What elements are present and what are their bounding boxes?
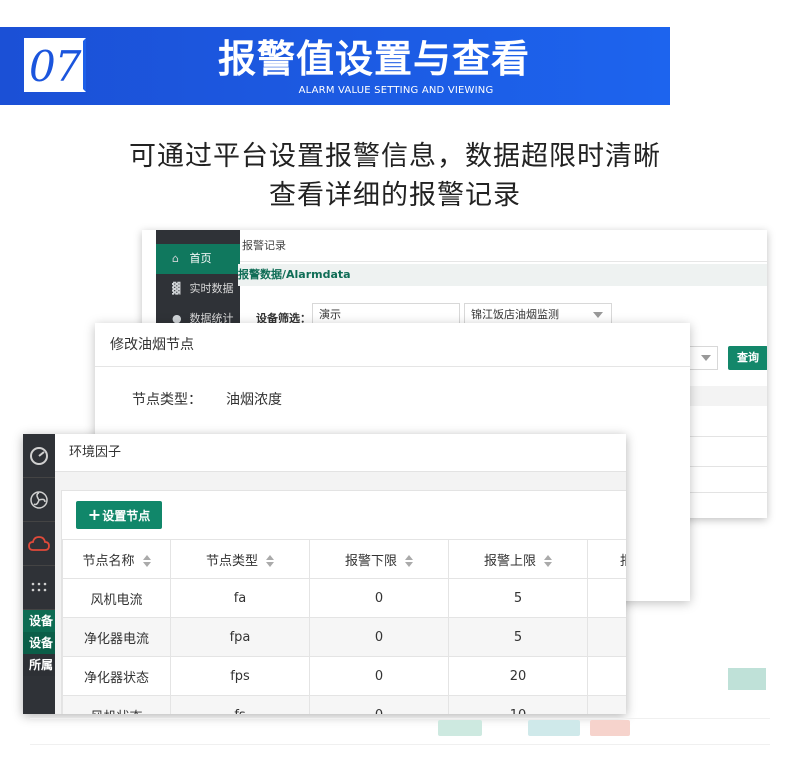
table-cell [587,617,626,657]
table-row[interactable]: 风机电流 fa 0 5 [62,578,626,618]
section-banner: 07 报警值设置与查看 ALARM VALUE SETTING AND VIEW… [0,27,670,105]
sidebar-item-realtime[interactable]: ▓ 实时数据 [156,274,240,304]
column-header[interactable]: 节点类型 [170,539,310,579]
table-cell: fa [170,578,310,618]
section-number: 07 [29,42,81,91]
bar-chart-icon: ▓ [172,282,181,295]
home-icon: ⌂ [172,252,179,265]
breadcrumb-text: 报警记录 [242,239,286,252]
column-header[interactable]: 报警下限 [309,539,449,579]
device-select-value: 锦江饭店油烟监测 [471,308,559,321]
add-node-button[interactable]: +设置节点 [76,501,162,529]
plus-icon: + [87,505,102,524]
table-cell: 风机电流 [62,578,171,618]
env-panel: +设置节点 节点名称 节点类型 报警下限 报警上限 报 风机电流 fa [61,490,626,714]
table-row[interactable]: 风机状态 fs 0 10 [62,695,626,714]
table-cell: 0 [309,578,449,618]
alarm-data-subhead: 报警数据/Alarmdata [238,264,767,286]
env-factor-window: 设备 设备 所属 环境因子 +设置节点 节点名称 节点类型 报警下限 报警上限 … [23,434,626,714]
node-type-label: 节点类型： [132,392,202,408]
sidebar-item-home[interactable]: ⌂ 首页 [156,244,240,274]
faint-row-divider [30,718,770,719]
lead-line-2: 查看详细的报警记录 [269,180,521,211]
chevron-down-icon [701,355,711,361]
faint-row-divider [30,744,770,745]
node-type-value[interactable]: 油烟浓度 [226,389,282,409]
section-number-box: 07 [24,38,86,92]
column-label: 报 [620,554,626,569]
env-main: 环境因子 +设置节点 节点名称 节点类型 报警下限 报警上限 报 风 [55,434,626,714]
sidebar-item-owner[interactable]: 所属 [23,654,55,676]
faint-background-rows [30,716,770,764]
add-node-label: 设置节点 [102,509,151,523]
table-cell: 5 [448,617,588,657]
node-table: 节点名称 节点类型 报警下限 报警上限 报 风机电流 fa 0 5 [62,539,626,714]
table-cell: fpa [170,617,310,657]
column-header[interactable]: 报 [587,539,626,579]
edit-node-title: 修改油烟节点 [95,323,690,367]
table-cell: fps [170,656,310,696]
sidebar-item-device-setting[interactable]: 设备 [23,632,55,654]
query-button[interactable]: 查询 [728,346,767,370]
dots-icon[interactable] [23,566,55,610]
faint-background-button [728,668,766,690]
env-sidebar: 设备 设备 所属 [23,434,55,714]
table-cell: 净化器状态 [62,656,171,696]
table-row[interactable]: 净化器状态 fps 0 20 [62,656,626,696]
faint-toggle [438,720,482,736]
table-row[interactable]: 净化器电流 fpa 0 5 [62,617,626,657]
sidebar-item-device[interactable]: 设备 [23,610,55,632]
column-label: 报警上限 [483,553,536,569]
breadcrumb: 报警记录 [240,230,767,262]
column-label: 报警下限 [344,553,397,569]
table-cell [587,695,626,714]
records-table-header [688,386,767,406]
column-header[interactable]: 节点名称 [62,539,171,579]
table-cell [587,578,626,618]
banner-title: 报警值设置与查看 [218,37,531,81]
faint-button [528,720,580,736]
table-cell: 20 [448,656,588,696]
chevron-down-icon [593,312,603,318]
table-row-divider [688,436,767,437]
sort-icon[interactable] [544,555,552,567]
table-cell: 10 [448,695,588,714]
sort-icon[interactable] [405,555,413,567]
sort-icon[interactable] [266,555,274,567]
table-cell: 0 [309,656,449,696]
sidebar-item-label: 首页 [189,252,212,265]
lead-line-1: 可通过平台设置报警信息，数据超限时清晰 [129,141,661,172]
table-row-divider [688,492,767,493]
table-cell: fs [170,695,310,714]
column-label: 节点名称 [82,553,135,569]
table-row-divider [688,466,767,467]
sort-icon[interactable] [142,555,151,567]
column-header[interactable]: 报警上限 [448,539,588,579]
env-title: 环境因子 [55,434,626,472]
fan-icon[interactable] [23,478,55,522]
table-cell [587,656,626,696]
column-label: 节点类型 [205,553,258,569]
table-cell: 净化器电流 [62,617,171,657]
cloud-icon[interactable] [23,522,55,566]
gauge-icon[interactable] [23,434,55,478]
table-cell: 5 [448,578,588,618]
faint-button [590,720,630,736]
group-select-value: 演示 [319,308,341,321]
banner-subtitle: ALARM VALUE SETTING AND VIEWING [298,85,494,96]
table-cell: 风机状态 [62,695,171,714]
table-cell: 0 [309,617,449,657]
table-cell: 0 [309,695,449,714]
sidebar-item-label: 实时数据 [189,282,234,295]
table-header-row: 节点名称 节点类型 报警下限 报警上限 报 [62,539,626,579]
extra-select[interactable] [688,346,718,370]
